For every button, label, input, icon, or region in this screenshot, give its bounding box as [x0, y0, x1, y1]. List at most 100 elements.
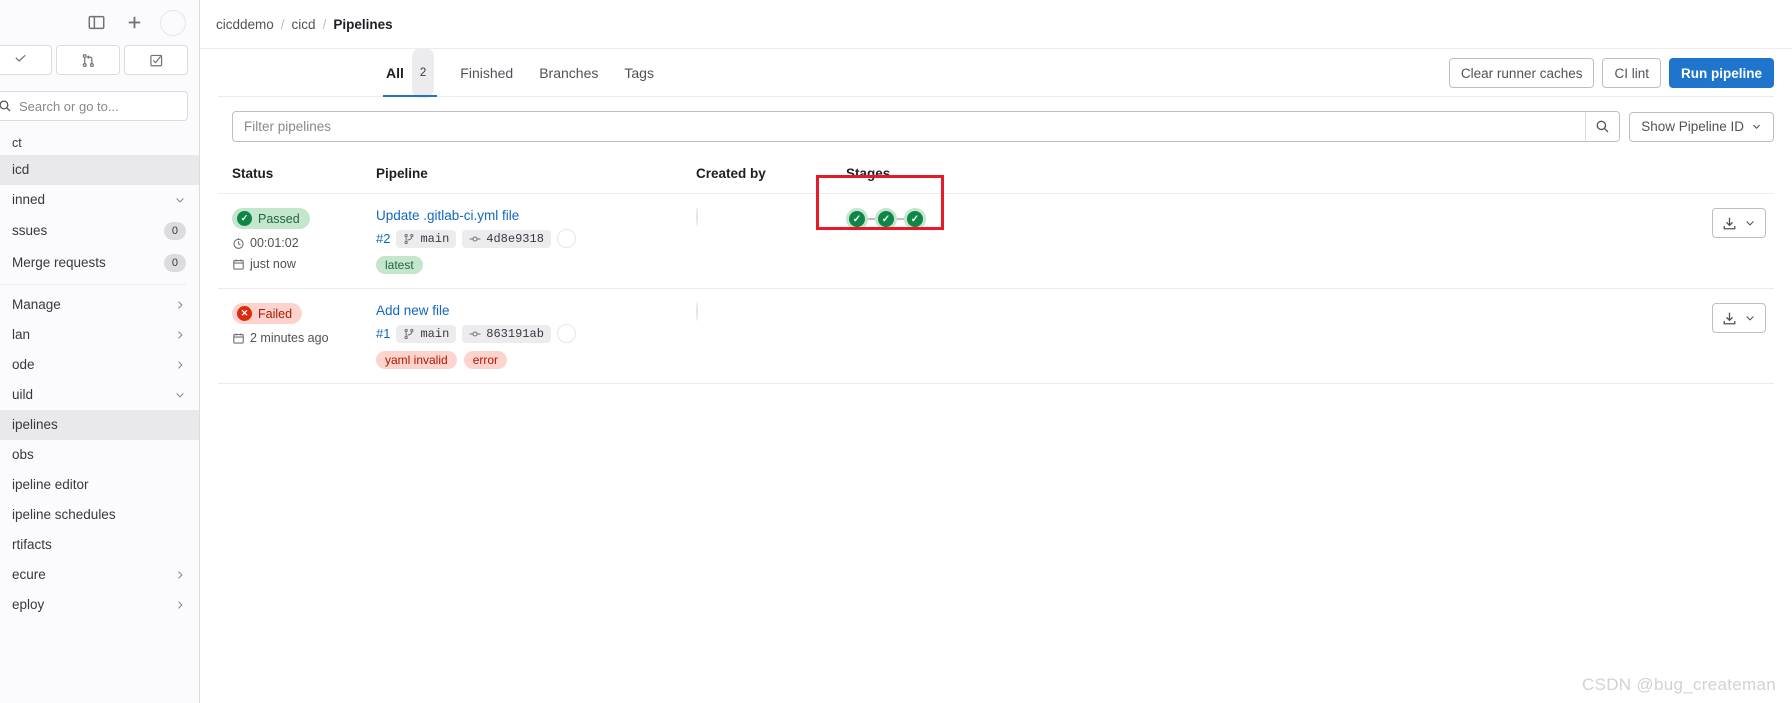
avatar[interactable]: [160, 9, 186, 36]
chevron-down-icon: [174, 389, 186, 401]
sidebar-item-uild[interactable]: uild: [0, 380, 199, 410]
column-header-created-by: Created by: [688, 156, 838, 194]
tab-all[interactable]: All 2: [373, 47, 447, 98]
status-badge[interactable]: ✕ Failed: [232, 303, 303, 324]
commit-author-avatar[interactable]: [556, 324, 576, 343]
commit-sha: 4d8e9318: [486, 231, 544, 246]
sidebar-item-merge-requests[interactable]: Merge requests 0: [0, 247, 199, 279]
sidebar-item-rtifacts[interactable]: rtifacts: [0, 530, 199, 560]
sidebar-item-ipeline-schedules[interactable]: ipeline schedules: [0, 500, 199, 530]
breadcrumb: cicddemo / cicd / Pipelines: [200, 0, 1792, 49]
pipeline-ref-row: #1 main 863191ab: [376, 324, 680, 343]
sidebar-item-project[interactable]: icd: [0, 155, 199, 185]
tab-branches[interactable]: Branches: [526, 49, 611, 97]
tab-tags[interactable]: Tags: [611, 49, 667, 97]
sidebar-item-lan[interactable]: lan: [0, 320, 199, 350]
sidebar-item-label: ipelines: [12, 417, 58, 432]
duration-text: 00:01:02: [250, 236, 299, 250]
cell-created-by: [688, 193, 838, 289]
cell-created-by: [688, 288, 838, 384]
sidebar-item-label: ipeline editor: [12, 477, 89, 492]
pipeline-actions: Clear runner caches CI lint Run pipeline: [1448, 49, 1774, 97]
sidebar-item-ecure[interactable]: ecure: [0, 560, 199, 590]
commit-author-avatar[interactable]: [556, 229, 576, 248]
sidebar-item-label: rtifacts: [12, 537, 52, 552]
breadcrumb-group[interactable]: cicddemo: [216, 17, 274, 32]
chevron-right-icon: [174, 359, 186, 371]
todo-checkbox-icon[interactable]: [124, 45, 188, 75]
stage-status-icon[interactable]: ✓: [846, 208, 868, 230]
pipeline-id-link[interactable]: #2: [376, 231, 390, 246]
search-input[interactable]: Search or go to...: [0, 91, 188, 121]
cell-status: ✕ Failed 2 minutes ago: [218, 288, 368, 384]
sidebar-item-badge: 0: [163, 222, 186, 240]
created-by-avatar[interactable]: [696, 302, 698, 321]
calendar-icon: [232, 258, 245, 271]
branch-name: main: [420, 231, 450, 246]
pipeline-title-link[interactable]: Add new file: [376, 303, 680, 318]
commit-sha: 863191ab: [486, 326, 544, 341]
sidebar-item-ssues[interactable]: ssues 0: [0, 215, 199, 247]
column-header-pipeline: Pipeline: [368, 156, 688, 194]
merge-request-icon[interactable]: [56, 45, 120, 75]
sidebar-item-inned[interactable]: inned: [0, 185, 199, 215]
sidebar-item-ipelines[interactable]: ipelines: [0, 410, 199, 440]
created-by-avatar[interactable]: [696, 207, 698, 226]
sidebar-divider: [0, 284, 186, 285]
plus-icon[interactable]: [122, 11, 146, 35]
tab-label: Tags: [624, 64, 654, 81]
commit-icon: [469, 233, 481, 245]
filter-pipelines-field[interactable]: [232, 111, 1621, 142]
column-header-actions: [1068, 156, 1774, 194]
branch-chip[interactable]: main: [396, 229, 457, 248]
status-badge[interactable]: ✓ Passed: [232, 208, 310, 229]
pipeline-duration: 00:01:02: [232, 236, 360, 250]
sidebar-item-eploy[interactable]: eploy: [0, 590, 199, 620]
sidebar-item-label: obs: [12, 447, 34, 462]
sidebar-item-manage[interactable]: Manage: [0, 290, 199, 320]
breadcrumb-project[interactable]: cicd: [292, 17, 316, 32]
run-pipeline-button[interactable]: Run pipeline: [1669, 58, 1774, 88]
main-content: cicddemo / cicd / Pipelines All 2 Finished…: [200, 0, 1792, 703]
branch-icon: [403, 233, 415, 245]
stage-status-icon[interactable]: ✓: [875, 208, 897, 230]
pipeline-tabs: All 2 Finished Branches Tags Clear runner ca…: [218, 47, 1774, 98]
sidebar-item-ipeline-editor[interactable]: ipeline editor: [0, 470, 199, 500]
sidebar-item-ode[interactable]: ode: [0, 350, 199, 380]
download-artifacts-button[interactable]: [1712, 303, 1766, 333]
sidebar-item-obs[interactable]: obs: [0, 440, 199, 470]
tab-label: Finished: [460, 64, 514, 81]
ci-lint-button[interactable]: CI lint: [1602, 58, 1661, 88]
show-pipeline-id-dropdown[interactable]: Show Pipeline ID: [1629, 111, 1774, 142]
tab-finished[interactable]: Finished: [447, 49, 526, 97]
stage-status-icon[interactable]: ✓: [904, 208, 926, 230]
pipeline-id-link[interactable]: #1: [376, 326, 390, 341]
branch-name: main: [420, 326, 450, 341]
pipeline-ref-row: #2 main 4d8e9318: [376, 229, 680, 248]
pipeline-title-link[interactable]: Update .gitlab-ci.yml file: [376, 208, 680, 223]
filter-input[interactable]: [233, 112, 1586, 141]
clear-runner-caches-button[interactable]: Clear runner caches: [1448, 58, 1595, 88]
cell-status: ✓ Passed 00:01:02 just now: [218, 193, 368, 289]
sidebar-item-badge: 0: [163, 254, 186, 272]
issues-shortcut[interactable]: [0, 45, 52, 75]
gitlab-pipelines-page: Search or go to... ct icd inned ssues 0 Mer…: [0, 0, 1792, 703]
cell-pipeline: Add new file #1 main 863191ab yaml inval…: [368, 288, 688, 384]
branch-icon: [403, 328, 415, 340]
column-header-stages: Stages: [838, 156, 1068, 194]
download-artifacts-button[interactable]: [1712, 208, 1766, 238]
tab-count-badge: 2: [411, 47, 435, 98]
cell-actions: [1068, 193, 1774, 289]
tab-label: Branches: [539, 64, 599, 81]
finished-text: just now: [250, 257, 296, 271]
tab-label: All: [386, 64, 404, 81]
commit-chip[interactable]: 4d8e9318: [462, 229, 551, 248]
download-icon: [1722, 311, 1737, 326]
commit-chip[interactable]: 863191ab: [462, 324, 551, 343]
branch-chip[interactable]: main: [396, 324, 457, 343]
sidebar: Search or go to... ct icd inned ssues 0 Mer…: [0, 0, 200, 703]
sidebar-toggle-icon[interactable]: [84, 11, 108, 35]
sidebar-section-label: ct: [12, 136, 22, 150]
sidebar-item-label: Merge requests: [12, 255, 106, 270]
search-icon[interactable]: [1585, 112, 1620, 141]
